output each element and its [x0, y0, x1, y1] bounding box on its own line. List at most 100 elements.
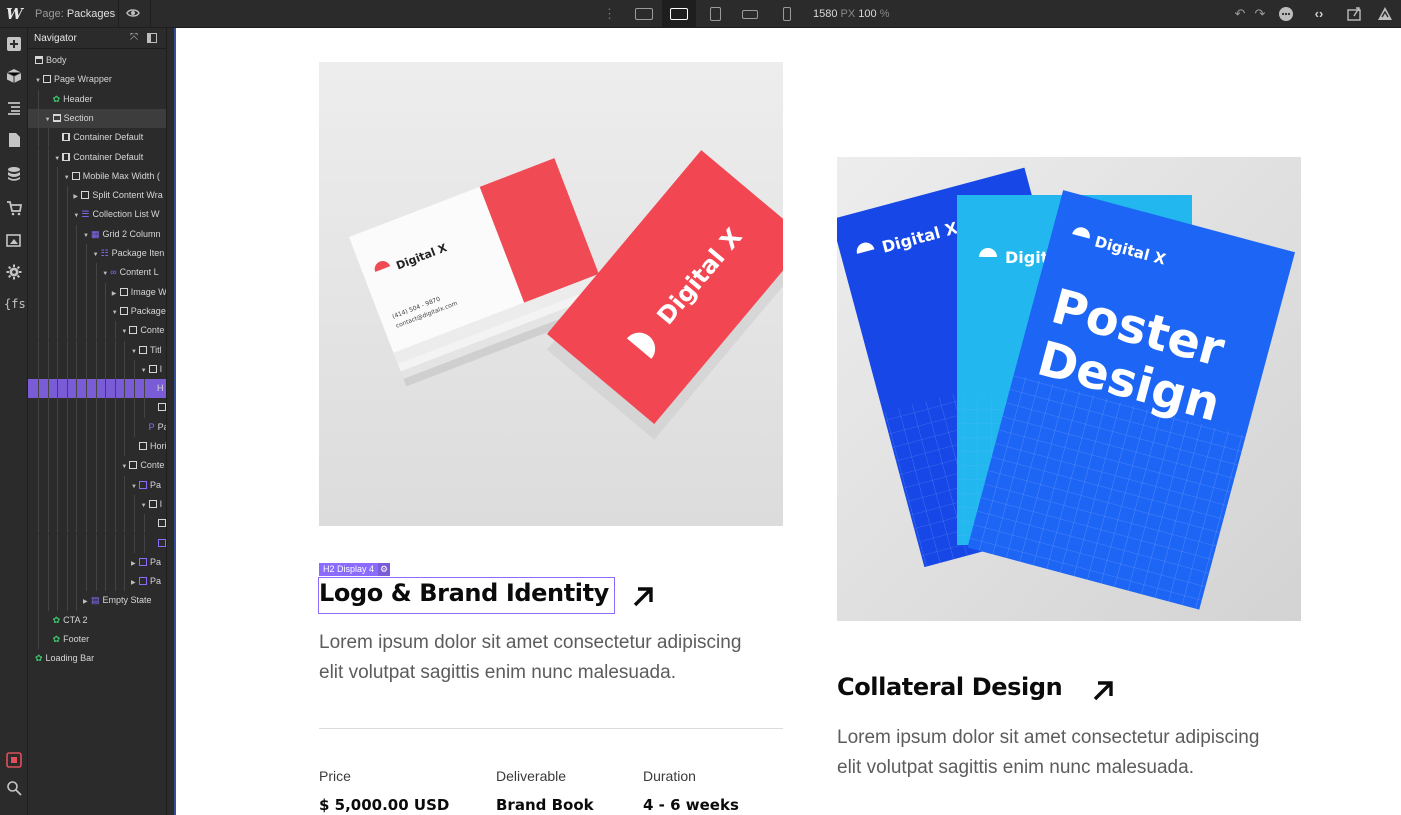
navigator-tree-item[interactable]: Body [28, 51, 166, 70]
navigator-tree-item[interactable]: ▼ Package [28, 301, 166, 322]
navigator-tree-item[interactable]: ▶ ▤ Empty State [28, 591, 166, 611]
element-settings-gear-icon[interactable]: ⚙ [378, 563, 390, 576]
comments-icon[interactable] [1278, 6, 1294, 22]
navigator-tree-item[interactable]: ▼ ▦ Grid 2 Column [28, 224, 166, 244]
navigator-tree-item[interactable]: ✿ Loading Bar [28, 649, 166, 668]
tree-guide-line [47, 166, 49, 187]
card-title[interactable]: Collateral Design [837, 673, 1063, 701]
tree-guide-line [76, 359, 78, 380]
navigator-tree-item[interactable]: ▶ Pa [28, 572, 166, 592]
navigator-tree-item[interactable]: Horiz [28, 437, 166, 457]
navigator-tree-item[interactable]: H [28, 379, 166, 399]
navigator-tree-item[interactable]: ✿ CTA 2 [28, 610, 166, 630]
navigator-tree-item[interactable]: ▼ Container Default [28, 147, 166, 167]
navigator-tree-item[interactable]: ▼ ☰ Collection List W [28, 205, 166, 225]
caret-down-icon[interactable]: ▼ [131, 349, 137, 355]
caret-down-icon[interactable]: ▼ [73, 213, 79, 219]
tree-guide-line [76, 321, 78, 341]
card-title[interactable]: Logo & Brand Identity [319, 579, 609, 607]
caret-down-icon[interactable]: ▼ [141, 368, 147, 374]
pages-icon[interactable] [6, 132, 22, 148]
publish-icon[interactable] [1377, 6, 1393, 22]
navigator-tree-item[interactable]: ▼ Page Wrapper [28, 70, 166, 89]
arrow-up-right-icon[interactable] [630, 584, 656, 610]
navigator-tree-item[interactable]: ▶ Image W [28, 282, 166, 302]
navigator-tree-item[interactable]: [ [28, 514, 166, 534]
price-label: Price [319, 768, 351, 784]
mobile-landscape-icon [742, 9, 758, 19]
navigator-tree-item[interactable]: ▼ ∞ Content L [28, 263, 166, 283]
tree-guide-line [66, 244, 68, 264]
design-canvas[interactable]: Digital X (414) 504 - 9870 contact@digit… [176, 28, 1401, 815]
breakpoint-tablet[interactable] [698, 0, 732, 28]
navigator-tree-item[interactable]: ✿ Header [28, 89, 166, 109]
search-icon[interactable] [6, 780, 22, 796]
page-selector[interactable]: Page: Packages [35, 8, 115, 20]
code-icon[interactable]: ‹› [1311, 6, 1327, 22]
caret-down-icon[interactable]: ▼ [131, 484, 137, 490]
navigator-tree-item[interactable]: ▼ Section [28, 108, 166, 129]
navigator-tree-item[interactable]: ▼ Pa [28, 475, 166, 495]
record-icon[interactable] [6, 752, 22, 768]
selected-element-tag[interactable]: H2 Display 4 [319, 563, 379, 576]
navigator-tree-label: ▶ Split Content Wra [73, 190, 162, 200]
navigator-tree-item[interactable]: ▼ Mobile Max Width ( [28, 166, 166, 187]
caret-right-icon[interactable]: ▶ [131, 579, 137, 586]
navigator-tree-item[interactable]: PPa [28, 417, 166, 437]
settings-gear-icon[interactable] [6, 264, 22, 280]
div-block-icon [139, 442, 147, 450]
navigator-tree-item[interactable]: ▶ Split Content Wra [28, 186, 166, 206]
redo-icon[interactable]: ↷ [1252, 6, 1268, 22]
breakpoint-desktop-base[interactable] [662, 0, 696, 28]
card-image-business-cards[interactable]: Digital X (414) 504 - 9870 contact@digit… [319, 62, 783, 526]
navigator-tree-item[interactable]: ▼ Conte [28, 321, 166, 341]
caret-down-icon[interactable]: ▼ [54, 156, 60, 162]
caret-down-icon[interactable]: ▼ [93, 252, 99, 258]
navigator-tree-item[interactable]: ▼ ☷ Package Iten [28, 244, 166, 264]
finsweet-app-icon[interactable]: {fs [4, 296, 26, 312]
tree-item-text: Pa [150, 556, 162, 567]
preview-eye-icon[interactable] [126, 6, 140, 20]
webflow-logo[interactable]: W [6, 5, 24, 23]
components-icon[interactable] [6, 68, 22, 84]
navigator-tree-item[interactable]: Container Default [28, 128, 166, 148]
caret-right-icon[interactable]: ▶ [83, 598, 89, 605]
export-icon[interactable] [1346, 6, 1362, 22]
navigator-icon[interactable] [6, 100, 22, 116]
arrow-up-right-icon[interactable] [1090, 678, 1116, 704]
breakpoint-desktop-large[interactable] [627, 0, 661, 28]
caret-down-icon[interactable]: ▼ [121, 329, 127, 335]
caret-right-icon[interactable]: ▶ [131, 560, 137, 567]
caret-down-icon[interactable]: ▼ [35, 78, 41, 84]
card-image-posters[interactable]: Digital X Digital X Digital X Poster Des [837, 157, 1301, 621]
navigator-tree-item[interactable]: ▼ I [28, 494, 166, 515]
caret-down-icon[interactable]: ▼ [83, 233, 89, 239]
navigator-tree-item[interactable]: ▼ I [28, 359, 166, 380]
assets-icon[interactable] [6, 232, 22, 248]
caret-down-icon[interactable]: ▼ [121, 464, 127, 470]
breakpoint-mobile-landscape[interactable] [733, 0, 767, 28]
caret-down-icon[interactable]: ▼ [102, 271, 108, 277]
caret-right-icon[interactable]: ▶ [73, 193, 79, 200]
dock-panel-icon[interactable] [147, 33, 157, 43]
caret-down-icon[interactable]: ▼ [64, 175, 70, 181]
navigator-tree-item[interactable]: ▼ Titl [28, 340, 166, 360]
caret-down-icon[interactable]: ▼ [112, 310, 118, 316]
tree-item-text: H [157, 383, 164, 394]
navigator-tree-item[interactable]: [ [28, 398, 166, 418]
collapse-all-icon[interactable]: ⤧ [130, 32, 138, 43]
undo-icon[interactable]: ↶ [1232, 6, 1248, 22]
add-elements-icon[interactable] [6, 36, 22, 52]
navigator-tree-item[interactable]: T [28, 533, 166, 553]
caret-down-icon[interactable]: ▼ [45, 117, 51, 123]
navigator-tree-item[interactable]: ▼ Conte [28, 456, 166, 476]
navigator-tree-item[interactable]: ▶ Pa [28, 552, 166, 573]
breakpoint-mobile-portrait[interactable] [770, 0, 804, 28]
cms-icon[interactable] [6, 166, 22, 182]
more-breakpoints-icon[interactable]: ⋮ [603, 6, 616, 22]
caret-down-icon[interactable]: ▼ [141, 503, 147, 509]
ecommerce-cart-icon[interactable] [6, 200, 22, 216]
tree-item-text: Conte [140, 460, 165, 471]
caret-right-icon[interactable]: ▶ [112, 290, 118, 297]
navigator-tree-item[interactable]: ✿ Footer [28, 630, 166, 650]
